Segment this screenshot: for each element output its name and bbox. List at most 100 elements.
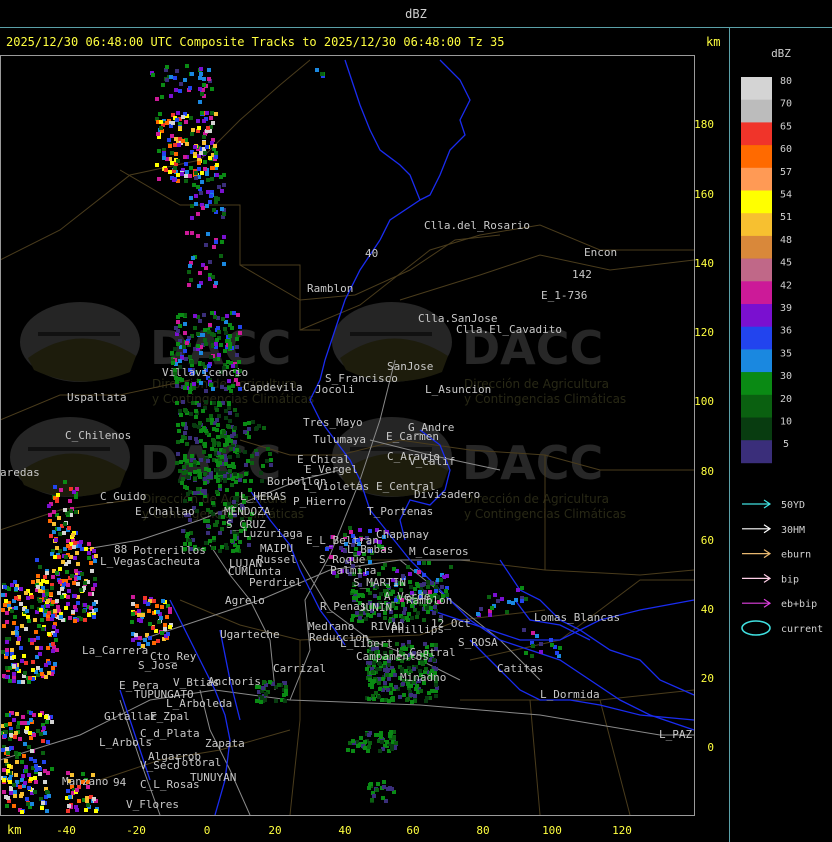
echo-cell bbox=[203, 491, 207, 495]
echo-cell bbox=[173, 166, 177, 170]
place-label: S_ROSA bbox=[458, 636, 498, 649]
echo-cell bbox=[212, 439, 216, 443]
echo-cell bbox=[250, 461, 254, 465]
echo-cell bbox=[47, 504, 51, 508]
echo-cell bbox=[188, 86, 192, 90]
echo-cell bbox=[57, 591, 61, 595]
echo-cell bbox=[131, 602, 135, 606]
echo-cell bbox=[210, 111, 214, 115]
echo-cell bbox=[30, 605, 34, 609]
echo-cell bbox=[422, 573, 426, 577]
echo-cell bbox=[58, 580, 62, 584]
echo-cell bbox=[193, 314, 197, 318]
echo-cell bbox=[8, 679, 12, 683]
echo-cell bbox=[160, 631, 164, 635]
echo-cell bbox=[26, 802, 30, 806]
echo-cell bbox=[178, 409, 182, 413]
echo-cell bbox=[24, 661, 28, 665]
echo-cell bbox=[264, 692, 268, 696]
echo-cell bbox=[8, 780, 12, 784]
echo-cell bbox=[66, 809, 70, 813]
echo-cell bbox=[232, 432, 236, 436]
echo-cell bbox=[427, 561, 431, 565]
echo-cell bbox=[192, 386, 196, 390]
echo-cell bbox=[5, 713, 9, 717]
echo-cell bbox=[476, 612, 480, 616]
echo-cell bbox=[194, 194, 198, 198]
echo-cell bbox=[45, 720, 49, 724]
place-label: Clla.El_Cavadito bbox=[456, 323, 562, 336]
echo-cell bbox=[206, 418, 210, 422]
echo-cell bbox=[222, 449, 226, 453]
legend-label: 51 bbox=[780, 212, 792, 223]
echo-cell bbox=[247, 435, 251, 439]
echo-cell bbox=[214, 112, 218, 116]
echo-cell bbox=[391, 669, 395, 673]
echo-cell bbox=[419, 689, 423, 693]
echo-cell bbox=[190, 72, 194, 76]
echo-cell bbox=[378, 687, 382, 691]
map-area[interactable]: DACCDirección de Agriculturay Contingenc… bbox=[0, 55, 695, 816]
echo-cell bbox=[196, 234, 200, 238]
echo-cell bbox=[386, 787, 390, 791]
km-label-top: km bbox=[706, 35, 720, 49]
echo-cell bbox=[36, 636, 40, 640]
echo-cell bbox=[227, 401, 231, 405]
echo-cell bbox=[155, 604, 159, 608]
echo-cell bbox=[29, 777, 33, 781]
place-label: L_PAZ bbox=[659, 728, 692, 741]
echo-cell bbox=[25, 726, 29, 730]
echo-cell bbox=[183, 499, 187, 503]
echo-cell bbox=[41, 751, 45, 755]
place-label: L_Central bbox=[396, 646, 456, 659]
echo-cell bbox=[12, 804, 16, 808]
echo-cell bbox=[214, 342, 218, 346]
echo-cell bbox=[74, 510, 78, 514]
echo-cell bbox=[444, 589, 448, 593]
echo-cell bbox=[212, 333, 216, 337]
echo-cell bbox=[283, 681, 287, 685]
echo-cell bbox=[181, 115, 185, 119]
echo-cell bbox=[401, 603, 405, 607]
echo-cell bbox=[72, 490, 76, 494]
echo-cell bbox=[209, 194, 213, 198]
echo-cell bbox=[148, 636, 152, 640]
echo-cell bbox=[4, 599, 8, 603]
echo-cell bbox=[190, 204, 194, 208]
echo-cell bbox=[17, 680, 21, 684]
x-tick-label: 0 bbox=[204, 824, 211, 837]
echo-cell bbox=[247, 427, 251, 431]
echo-cell bbox=[220, 455, 224, 459]
legend-swatch bbox=[741, 258, 772, 282]
echo-cell bbox=[379, 592, 383, 596]
echo-cell bbox=[415, 582, 419, 586]
echo-cell bbox=[162, 156, 166, 160]
echo-cell bbox=[71, 533, 75, 537]
echo-cell bbox=[156, 132, 160, 136]
echo-cell bbox=[19, 794, 23, 798]
echo-cell bbox=[194, 176, 198, 180]
echo-cell bbox=[1, 748, 5, 752]
place-label: 142 bbox=[572, 268, 592, 281]
echo-cell bbox=[68, 616, 72, 620]
echo-cell bbox=[92, 615, 96, 619]
echo-cell bbox=[185, 341, 189, 345]
legend-label: 80 bbox=[780, 76, 792, 87]
echo-cell bbox=[220, 207, 224, 211]
echo-cell bbox=[208, 200, 212, 204]
place-label: E_Zpal bbox=[150, 710, 190, 723]
echo-cell bbox=[82, 609, 86, 613]
echo-cell bbox=[193, 326, 197, 330]
echo-cell bbox=[372, 697, 376, 701]
echo-cell bbox=[12, 718, 16, 722]
echo-cell bbox=[143, 596, 147, 600]
echo-cell bbox=[51, 666, 55, 670]
echo-cell bbox=[206, 178, 210, 182]
echo-cell bbox=[445, 574, 449, 578]
echo-cell bbox=[188, 264, 192, 268]
echo-cell bbox=[188, 174, 192, 178]
legend-divider bbox=[729, 27, 730, 842]
echo-cell bbox=[207, 330, 211, 334]
place-label: Catitas bbox=[497, 662, 543, 675]
echo-cell bbox=[66, 583, 70, 587]
